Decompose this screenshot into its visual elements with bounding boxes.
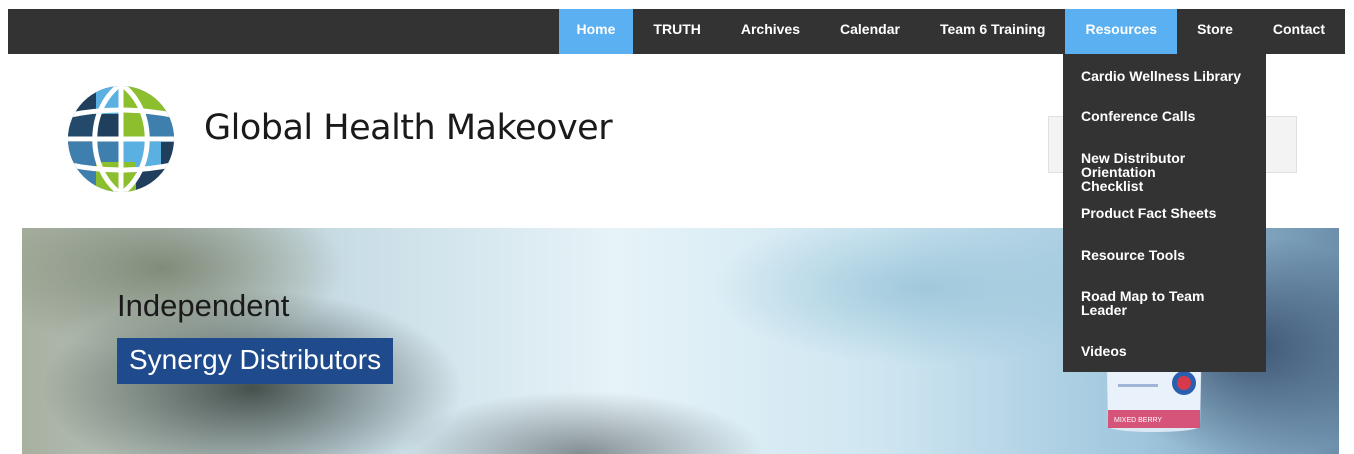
nav-home[interactable]: Home [558, 9, 634, 54]
nav-team-6-training[interactable]: Team 6 Training [920, 9, 1066, 54]
menu-item-videos[interactable]: Videos [1081, 344, 1257, 358]
menu-item-resource-tools[interactable]: Resource Tools [1081, 248, 1257, 262]
site-title[interactable]: Global Health Makeover [204, 108, 613, 148]
menu-item-new-distributor-checklist[interactable]: New Distributor Orientation Checklist [1081, 151, 1221, 193]
product-flavor-label: MIXED BERRY [1114, 417, 1162, 424]
nav-resources[interactable]: Resources [1065, 9, 1178, 54]
menu-item-road-map-to-team-leader[interactable]: Road Map to Team Leader [1081, 289, 1221, 317]
hero-heading: Independent [117, 288, 290, 323]
nav-store[interactable]: Store [1177, 9, 1253, 54]
main-nav: Home TRUTH Archives Calendar Team 6 Trai… [558, 9, 1345, 54]
menu-item-conference-calls[interactable]: Conference Calls [1081, 109, 1257, 123]
resources-dropdown: Cardio Wellness Library Conference Calls… [1063, 54, 1266, 372]
nav-calendar[interactable]: Calendar [820, 9, 920, 54]
menu-item-product-fact-sheets[interactable]: Product Fact Sheets [1081, 206, 1257, 220]
menu-item-cardio-wellness-library[interactable]: Cardio Wellness Library [1081, 69, 1257, 83]
nav-archives[interactable]: Archives [721, 9, 820, 54]
top-nav-bar: Home TRUTH Archives Calendar Team 6 Trai… [8, 9, 1345, 54]
hero-badge: Synergy Distributors [117, 338, 394, 384]
nav-contact[interactable]: Contact [1253, 9, 1345, 54]
globe-logo-icon[interactable] [66, 84, 176, 194]
nav-truth[interactable]: TRUTH [633, 9, 720, 54]
